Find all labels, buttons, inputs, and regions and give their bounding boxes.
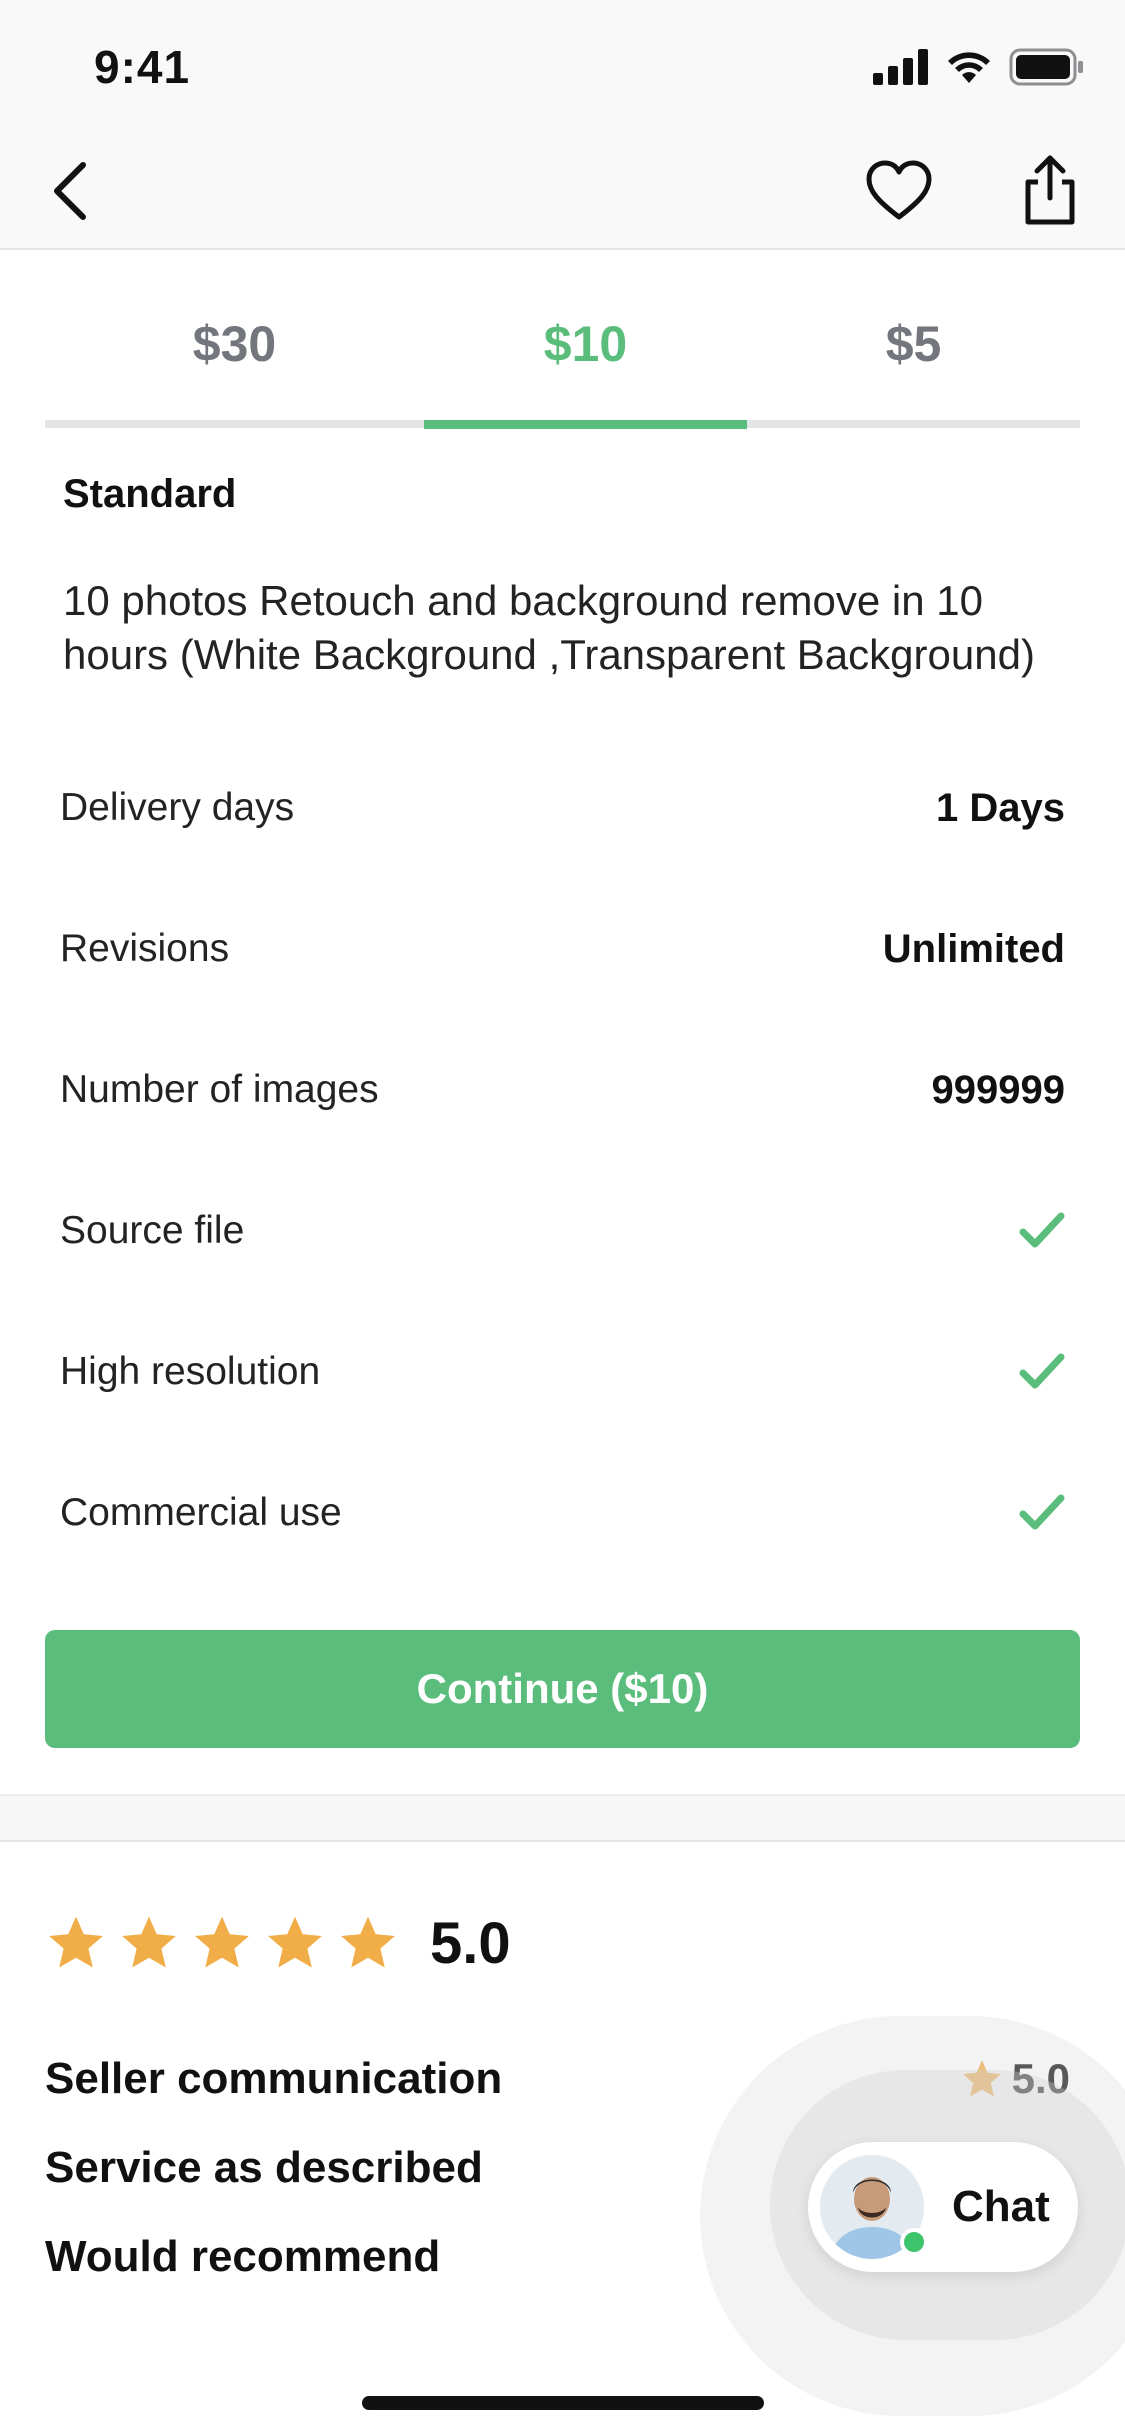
navigation-bar xyxy=(0,132,1125,250)
feature-row-revisions: Revisions Unlimited xyxy=(60,909,1065,989)
chat-button[interactable]: Chat xyxy=(808,2142,1078,2272)
star-icon xyxy=(49,1916,103,1968)
rating-summary: 5.0 xyxy=(45,1908,511,1978)
checkmark-icon xyxy=(1019,1349,1065,1395)
tab-basic[interactable]: $30 xyxy=(45,262,424,426)
feature-value: Unlimited xyxy=(882,926,1065,971)
feature-value: 999999 xyxy=(931,1067,1065,1112)
feature-label: High resolution xyxy=(60,1350,321,1393)
star-icon xyxy=(122,1916,176,1968)
cellular-signal-icon xyxy=(873,49,928,85)
breakdown-label: Seller communication xyxy=(45,2054,503,2103)
tab-standard[interactable]: $10 xyxy=(424,262,747,426)
section-divider xyxy=(0,1794,1125,1842)
feature-label: Source file xyxy=(60,1209,245,1252)
back-button[interactable] xyxy=(36,158,102,224)
star-icon xyxy=(195,1916,249,1968)
wifi-icon xyxy=(948,52,990,83)
home-indicator xyxy=(362,2396,764,2410)
feature-row-source-file: Source file xyxy=(60,1191,1065,1271)
feature-label: Delivery days xyxy=(60,786,295,829)
tab-premium[interactable]: $5 xyxy=(747,262,1080,426)
feature-row-commercial-use: Commercial use xyxy=(60,1473,1065,1553)
share-icon xyxy=(1025,155,1075,225)
continue-button[interactable]: Continue ($10) xyxy=(45,1630,1080,1748)
feature-row-high-resolution: High resolution xyxy=(60,1332,1065,1412)
breakdown-label: Would recommend xyxy=(45,2232,441,2281)
battery-icon xyxy=(1009,48,1083,86)
star-icon xyxy=(341,1916,395,1968)
tab-active-indicator xyxy=(424,420,747,429)
checkmark-icon xyxy=(1019,1490,1065,1536)
online-status-dot xyxy=(900,2228,928,2256)
heart-icon xyxy=(866,160,932,220)
star-icon xyxy=(268,1916,322,1968)
favorite-button[interactable] xyxy=(862,154,936,228)
feature-row-images: Number of images 999999 xyxy=(60,1050,1065,1130)
feature-label: Revisions xyxy=(60,927,230,970)
chat-label: Chat xyxy=(952,2182,1050,2231)
status-bar: 9:41 xyxy=(0,0,1125,132)
rating-value: 5.0 xyxy=(430,1910,511,1976)
pricing-tabs: $30 $10 $5 xyxy=(45,262,1080,432)
share-button[interactable] xyxy=(1010,150,1090,230)
status-icons xyxy=(873,48,1085,86)
status-time: 9:41 xyxy=(94,41,191,93)
feature-label: Number of images xyxy=(60,1068,379,1111)
feature-label: Commercial use xyxy=(60,1491,342,1534)
package-description: 10 photos Retouch and background remove … xyxy=(63,577,1035,678)
feature-value: 1 Days xyxy=(936,785,1065,830)
feature-row-delivery: Delivery days 1 Days xyxy=(60,768,1065,848)
breakdown-label: Service as described xyxy=(45,2143,483,2192)
checkmark-icon xyxy=(1019,1208,1065,1254)
back-chevron-icon xyxy=(54,162,86,220)
package-title: Standard xyxy=(63,472,237,516)
